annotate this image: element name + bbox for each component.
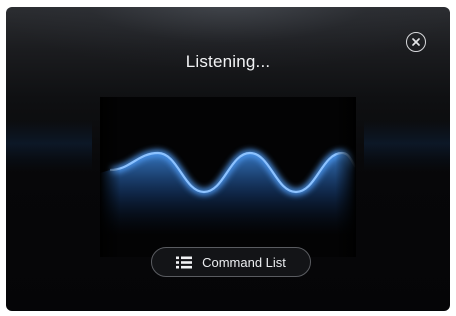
list-icon	[176, 256, 193, 268]
left-wave-band	[6, 121, 92, 171]
close-circle-icon	[412, 38, 420, 46]
listening-dialog: Listening... Command List	[6, 7, 450, 311]
waveform-svg	[100, 97, 359, 257]
command-list-label: Command List	[202, 254, 286, 270]
listening-title: Listening...	[185, 52, 271, 71]
close-button[interactable]	[406, 32, 426, 52]
waveform-edge-fade	[100, 97, 356, 257]
right-wave-band	[364, 121, 450, 171]
command-list-button[interactable]: Command List	[151, 247, 311, 277]
waveform-visualizer	[100, 97, 359, 257]
